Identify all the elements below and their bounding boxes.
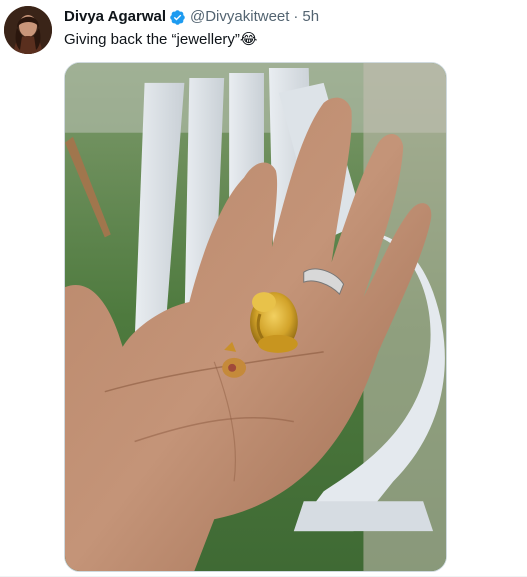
avatar[interactable] — [4, 6, 52, 54]
avatar-image — [4, 6, 52, 54]
tweet-photo[interactable] — [64, 62, 447, 572]
separator-dot: · — [293, 8, 299, 25]
tweet-text: Giving back the “jewellery”😂 — [64, 31, 258, 48]
verified-badge-icon[interactable] — [169, 9, 186, 26]
user-handle[interactable]: @Divyakitweet — [190, 7, 289, 27]
tweet-card[interactable]: Divya Agarwal @Divyakitweet · 5h Giving … — [0, 0, 527, 577]
timestamp[interactable]: 5h — [302, 7, 319, 27]
thread-rail — [25, 0, 27, 577]
display-name[interactable]: Divya Agarwal — [64, 7, 166, 27]
photo-hand-with-jewellery — [65, 63, 446, 571]
tweet-header: Divya Agarwal @Divyakitweet · 5h — [64, 7, 319, 27]
